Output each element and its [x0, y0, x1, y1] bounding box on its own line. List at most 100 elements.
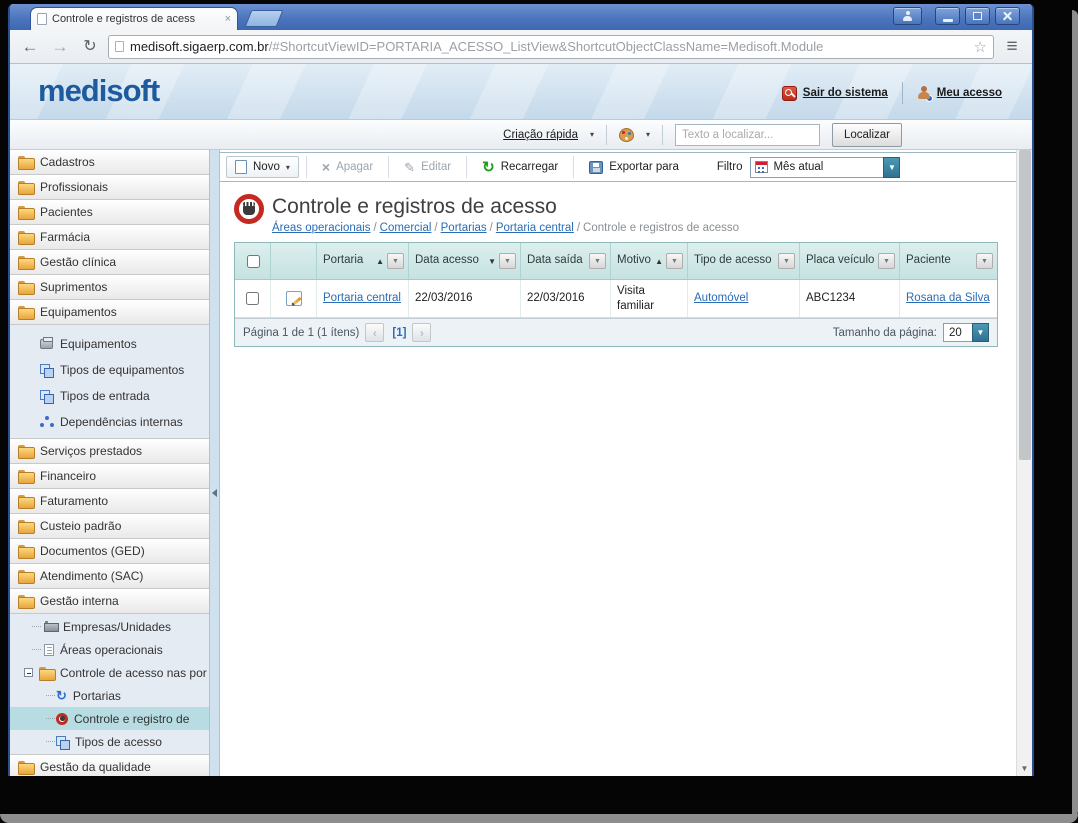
sidebar-group-servicos-prestados[interactable]: Serviços prestados [10, 439, 209, 464]
table-row: Portaria central 22/03/2016 22/03/2016 V… [235, 280, 997, 318]
new-button[interactable]: Novo ▾ [226, 156, 299, 178]
minimize-button[interactable] [935, 7, 960, 25]
current-page[interactable]: [1] [392, 327, 406, 339]
column-filter-button[interactable]: ▼ [976, 253, 993, 269]
select-all-checkbox[interactable] [247, 254, 260, 268]
breadcrumb-link-portarias[interactable]: Portarias [441, 222, 487, 234]
back-icon[interactable]: ← [18, 38, 42, 55]
reload-icon[interactable]: ↻ [78, 38, 102, 55]
quick-create-link[interactable]: Criação rápida [503, 129, 578, 141]
access-control-hand-icon [234, 194, 264, 224]
folder-icon [18, 256, 35, 270]
new-tab-button[interactable] [244, 10, 284, 27]
sidebar-item-dependencias-internas[interactable]: Dependências internas [10, 409, 209, 435]
edit-record-icon[interactable] [285, 291, 302, 306]
column-filter-button[interactable]: ▼ [499, 253, 516, 269]
search-button[interactable]: Localizar [832, 122, 902, 147]
theme-palette-icon[interactable] [618, 127, 634, 142]
edit-button[interactable]: ✎ Editar [396, 158, 459, 177]
column-header-portaria[interactable]: Portaria ▲ ▼ [317, 243, 409, 279]
column-header-paciente[interactable]: Paciente ▼ [900, 243, 997, 279]
column-filter-button[interactable]: ▼ [589, 253, 606, 269]
sidebar-group-gestao-da-qualidade[interactable]: Gestão da qualidade [10, 755, 209, 776]
filter-dropdown[interactable]: Mês atual ▼ [750, 156, 901, 178]
dropdown-arrow-icon[interactable]: ▼ [883, 156, 901, 178]
column-filter-button[interactable]: ▼ [778, 253, 795, 269]
column-filter-button[interactable]: ▼ [878, 253, 895, 269]
app-logo: medisoft [38, 73, 160, 108]
sidebar-group-atendimento-sac[interactable]: Atendimento (SAC) [10, 564, 209, 589]
sidebar-group-suprimentos[interactable]: Suprimentos [10, 275, 209, 300]
forward-icon[interactable]: → [48, 38, 72, 55]
scrollbar-thumb[interactable] [1019, 150, 1031, 460]
export-button[interactable]: Exportar para [581, 158, 687, 177]
page-size-dropdown[interactable]: 20 ▼ [943, 323, 989, 342]
address-bar[interactable]: medisoft.sigaerp.com.br/#ShortcutViewID=… [108, 34, 994, 59]
search-input[interactable] [675, 123, 820, 146]
chevron-down-icon[interactable]: ▾ [286, 163, 290, 172]
breadcrumb-link-portaria-central[interactable]: Portaria central [496, 222, 574, 234]
cubes-icon [56, 735, 70, 750]
sidebar-group-faturamento[interactable]: Faturamento [10, 489, 209, 514]
column-filter-button[interactable]: ▼ [666, 253, 683, 269]
column-filter-button[interactable]: ▼ [387, 253, 404, 269]
bookmark-star-icon[interactable]: ☆ [974, 38, 987, 56]
sidebar-item-empresas-unidades[interactable]: Empresas/Unidades [10, 615, 209, 638]
sidebar-item-controle-de-acesso[interactable]: Controle de acesso nas por [10, 661, 209, 684]
breadcrumb-link-comercial[interactable]: Comercial [380, 222, 432, 234]
sidebar-group-financeiro[interactable]: Financeiro [10, 464, 209, 489]
dropdown-arrow-icon[interactable]: ▼ [972, 323, 989, 342]
close-button[interactable] [995, 7, 1020, 25]
row-checkbox[interactable] [246, 292, 259, 305]
portaria-link[interactable]: Portaria central [323, 291, 401, 305]
next-page-button[interactable]: › [412, 323, 432, 342]
sidebar-item-equipamentos[interactable]: Equipamentos [10, 331, 209, 357]
sync-arrows-icon: ↻ [56, 688, 67, 703]
column-header-data-acesso[interactable]: Data acesso ▼ ▼ [409, 243, 521, 279]
column-header-motivo[interactable]: Motivo ▲ ▼ [611, 243, 688, 279]
sidebar-group-custeio-padrao[interactable]: Custeio padrão [10, 514, 209, 539]
prev-page-button[interactable]: ‹ [365, 323, 385, 342]
scroll-down-icon[interactable]: ▼ [1017, 760, 1032, 776]
browser-profile-button[interactable] [893, 7, 922, 25]
tipo-acesso-link[interactable]: Automóvel [694, 291, 748, 305]
column-header-placa-veiculo[interactable]: Placa veículo ▼ [800, 243, 900, 279]
my-access-link[interactable]: Meu acesso [917, 86, 1002, 102]
sidebar-item-areas-operacionais[interactable]: Áreas operacionais [10, 638, 209, 661]
restore-button[interactable] [965, 7, 990, 25]
cell-data-saida: 22/03/2016 [521, 280, 611, 317]
sidebar-splitter[interactable] [209, 150, 220, 776]
sidebar-item-tipos-de-acesso[interactable]: Tipos de acesso [10, 730, 209, 753]
sidebar-item-controle-e-registro[interactable]: Controle e registro de [10, 707, 209, 730]
sidebar-group-documentos-ged[interactable]: Documentos (GED) [10, 539, 209, 564]
sidebar-group-gestao-clinica[interactable]: Gestão clínica [10, 250, 209, 275]
sidebar-item-tipos-de-entrada[interactable]: Tipos de entrada [10, 383, 209, 409]
sidebar-group-pacientes[interactable]: Pacientes [10, 200, 209, 225]
breadcrumb-link-areas-operacionais[interactable]: Áreas operacionais [272, 222, 370, 234]
browser-menu-icon[interactable]: ≡ [1000, 36, 1024, 58]
logout-link[interactable]: Sair do sistema [781, 85, 888, 101]
sidebar-group-cadastros[interactable]: Cadastros [10, 150, 209, 175]
close-icon [1002, 11, 1013, 22]
reload-button[interactable]: ↻ Recarregar [474, 157, 566, 178]
chevron-down-icon[interactable]: ▾ [646, 130, 650, 139]
sidebar-group-profissionais[interactable]: Profissionais [10, 175, 209, 200]
sidebar-group-equipamentos[interactable]: Equipamentos [10, 300, 209, 325]
vertical-scrollbar[interactable]: ▼ [1016, 150, 1032, 776]
content-area: Novo ▾ × Apagar ✎ Editar ↻ Recarregar Ex… [220, 150, 1016, 776]
url-domain: medisoft.sigaerp.com.br [130, 39, 269, 54]
collapse-expander-icon[interactable] [24, 668, 33, 677]
column-header-data-saida[interactable]: Data saída ▼ [521, 243, 611, 279]
chevron-down-icon[interactable]: ▾ [590, 130, 594, 139]
tab-strip: Controle e registros de acess × [10, 4, 1032, 30]
sidebar-item-tipos-de-equipamentos[interactable]: Tipos de equipamentos [10, 357, 209, 383]
column-header-tipo-de-acesso[interactable]: Tipo de acesso ▼ [688, 243, 800, 279]
folder-icon [18, 181, 35, 195]
tab-close-icon[interactable]: × [225, 13, 231, 25]
paciente-link[interactable]: Rosana da Silva [906, 291, 990, 305]
browser-tab[interactable]: Controle e registros de acess × [30, 7, 238, 30]
delete-button[interactable]: × Apagar [314, 157, 381, 177]
sidebar-group-farmacia[interactable]: Farmácia [10, 225, 209, 250]
sidebar-item-portarias[interactable]: ↻ Portarias [10, 684, 209, 707]
sidebar-group-gestao-interna[interactable]: Gestão interna [10, 589, 209, 614]
